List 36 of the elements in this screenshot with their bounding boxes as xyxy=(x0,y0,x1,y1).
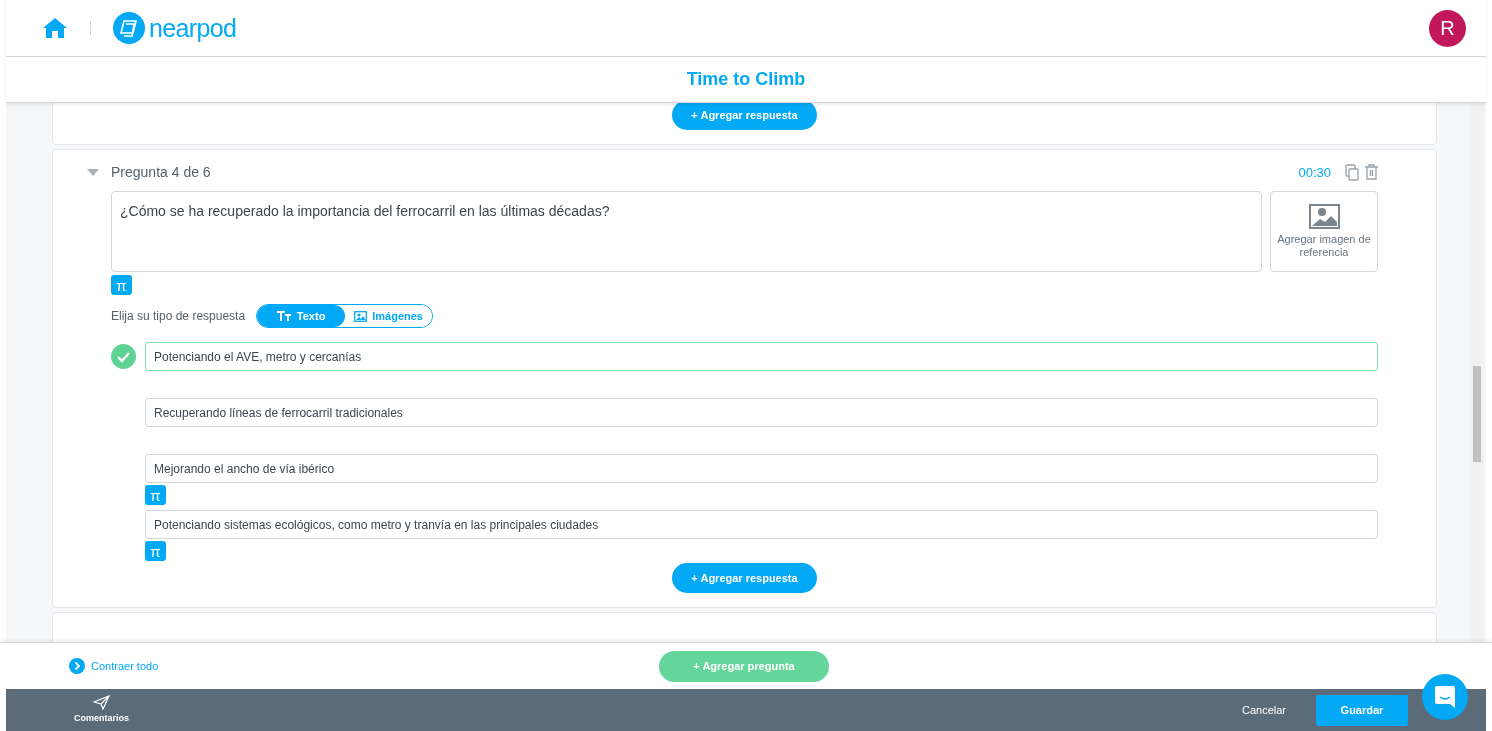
math-button[interactable]: π xyxy=(145,485,166,505)
scrollbar[interactable] xyxy=(1470,103,1484,642)
math-button[interactable]: π xyxy=(145,541,166,561)
answer-type-label: Elija su tipo de respuesta xyxy=(111,308,246,325)
avatar[interactable]: R xyxy=(1429,9,1466,47)
chevron-icon xyxy=(69,658,85,674)
brand-name: nearpod xyxy=(149,15,237,41)
caret-icon[interactable] xyxy=(87,169,99,176)
add-question-button[interactable]: + Agregar pregunta xyxy=(659,651,829,682)
add-answer-button[interactable]: + Agregar respuesta xyxy=(672,563,817,593)
copy-icon[interactable] xyxy=(1345,163,1359,181)
add-reference-image-button[interactable]: Agregar imagen de referencia xyxy=(1270,191,1378,272)
send-icon xyxy=(93,694,110,710)
image-icon xyxy=(354,310,368,322)
trash-icon[interactable] xyxy=(1365,164,1378,180)
chat-icon xyxy=(1435,686,1455,708)
check-icon[interactable] xyxy=(111,344,136,369)
logo-icon xyxy=(113,12,145,44)
math-button[interactable]: π xyxy=(111,275,132,295)
answer-field[interactable]: Recuperando líneas de ferrocarril tradicionales xyxy=(145,398,1378,427)
text-size-icon xyxy=(276,311,292,321)
save-button[interactable]: Guardar xyxy=(1316,694,1408,726)
page-title: Time to Climb xyxy=(686,68,806,91)
question-heading: Pregunta 4 de 6 xyxy=(111,162,211,182)
collapse-all-link[interactable]: Contraer todo xyxy=(69,657,159,675)
comments-button[interactable]: Comentarios xyxy=(74,694,129,726)
timer[interactable]: 00:30 xyxy=(1294,163,1335,183)
question-text-field[interactable]: ¿Cómo se ha recuperado la importancia del ferrocarril en las últimas décadas? xyxy=(111,191,1262,272)
answer-type-tab[interactable]: Texto xyxy=(257,305,346,327)
answer-field[interactable]: Potenciando sistemas ecológicos, como metro y tranvía en las principales ciudades xyxy=(145,510,1378,539)
cancel-button[interactable]: Cancelar xyxy=(1241,701,1286,719)
answer-field[interactable]: Potenciando el AVE, metro y cercanías xyxy=(145,342,1378,371)
image-icon xyxy=(1308,204,1340,229)
add-answer-button[interactable]: + Agregar respuesta xyxy=(672,103,817,130)
home-icon[interactable] xyxy=(42,17,68,39)
answer-field[interactable]: Mejorando el ancho de vía ibérico xyxy=(145,454,1378,483)
